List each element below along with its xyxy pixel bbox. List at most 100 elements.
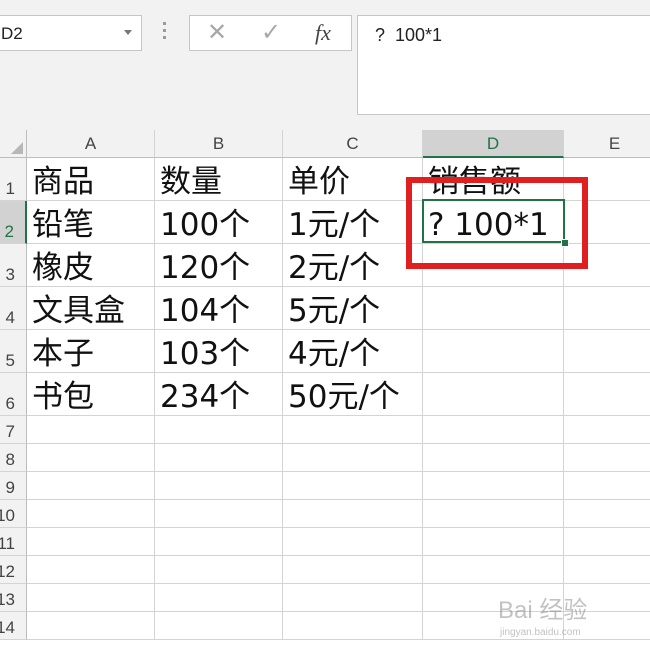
cell-b12[interactable] <box>155 556 283 584</box>
cell-b9[interactable] <box>155 472 283 500</box>
insert-function-button[interactable]: fx <box>308 20 338 46</box>
cell-d3[interactable] <box>423 244 564 287</box>
cell-c1[interactable]: 单价 <box>283 158 423 201</box>
cell-d2[interactable]: ? 100*1 <box>423 201 564 244</box>
cell-a13[interactable] <box>27 584 155 612</box>
cell-c13[interactable] <box>283 584 423 612</box>
cell-d5[interactable] <box>423 330 564 373</box>
cell-e6[interactable] <box>564 373 650 416</box>
cell-b13[interactable] <box>155 584 283 612</box>
cell-c5[interactable]: 4元/个 <box>283 330 423 373</box>
row-header-13[interactable]: 13 <box>0 584 27 612</box>
cell-c2[interactable]: 1元/个 <box>283 201 423 244</box>
drag-handle-icon[interactable] <box>163 22 167 44</box>
cell-b10[interactable] <box>155 500 283 528</box>
cell-value: 104个 <box>160 293 251 329</box>
cell-a2[interactable]: 铅笔 <box>27 201 155 244</box>
cell-c14[interactable] <box>283 612 423 640</box>
fill-handle[interactable] <box>561 239 569 247</box>
row-header-7[interactable]: 7 <box>0 416 27 444</box>
cell-e8[interactable] <box>564 444 650 472</box>
select-all-button[interactable] <box>0 130 27 158</box>
row-header-2[interactable]: 2 <box>0 201 27 244</box>
cell-a6[interactable]: 书包 <box>27 373 155 416</box>
column-header-e[interactable]: E <box>564 130 650 158</box>
cell-d7[interactable] <box>423 416 564 444</box>
cell-d4[interactable] <box>423 287 564 330</box>
cell-a10[interactable] <box>27 500 155 528</box>
cell-c11[interactable] <box>283 528 423 556</box>
column-header-a[interactable]: A <box>27 130 155 158</box>
row-header-9[interactable]: 9 <box>0 472 27 500</box>
row-header-1[interactable]: 1 <box>0 158 27 201</box>
cancel-button[interactable]: ✕ <box>202 20 232 46</box>
cell-a14[interactable] <box>27 612 155 640</box>
cell-e5[interactable] <box>564 330 650 373</box>
cell-c4[interactable]: 5元/个 <box>283 287 423 330</box>
row-header-5[interactable]: 5 <box>0 330 27 373</box>
cell-d13[interactable] <box>423 584 564 612</box>
cell-d10[interactable] <box>423 500 564 528</box>
enter-button[interactable]: ✓ <box>256 20 286 46</box>
cell-c12[interactable] <box>283 556 423 584</box>
cell-e10[interactable] <box>564 500 650 528</box>
column-header-b[interactable]: B <box>155 130 283 158</box>
cell-d6[interactable] <box>423 373 564 416</box>
cell-b1[interactable]: 数量 <box>155 158 283 201</box>
row-header-12[interactable]: 12 <box>0 556 27 584</box>
cell-a5[interactable]: 本子 <box>27 330 155 373</box>
cell-e11[interactable] <box>564 528 650 556</box>
cell-b7[interactable] <box>155 416 283 444</box>
name-box[interactable]: D2 <box>0 15 142 51</box>
row-header-3[interactable]: 3 <box>0 244 27 287</box>
cell-value: 50元/个 <box>288 379 400 415</box>
cell-e2[interactable] <box>564 201 650 244</box>
cell-b2[interactable]: 100个 <box>155 201 283 244</box>
cell-d8[interactable] <box>423 444 564 472</box>
cell-d11[interactable] <box>423 528 564 556</box>
column-header-d[interactable]: D <box>423 130 564 158</box>
cell-a3[interactable]: 橡皮 <box>27 244 155 287</box>
cell-e3[interactable] <box>564 244 650 287</box>
cell-a7[interactable] <box>27 416 155 444</box>
row-header-4[interactable]: 4 <box>0 287 27 330</box>
row-header-14[interactable]: 14 <box>0 612 27 640</box>
cell-b14[interactable] <box>155 612 283 640</box>
row-header-8[interactable]: 8 <box>0 444 27 472</box>
cell-e9[interactable] <box>564 472 650 500</box>
cell-a1[interactable]: 商品 <box>27 158 155 201</box>
cell-d12[interactable] <box>423 556 564 584</box>
cell-e14[interactable] <box>564 612 650 640</box>
chevron-down-icon[interactable] <box>124 30 132 35</box>
column-header-c[interactable]: C <box>283 130 423 158</box>
cell-b8[interactable] <box>155 444 283 472</box>
cell-a12[interactable] <box>27 556 155 584</box>
cell-b6[interactable]: 234个 <box>155 373 283 416</box>
cell-d1[interactable]: 销售额 <box>423 158 564 201</box>
cell-c7[interactable] <box>283 416 423 444</box>
cell-e1[interactable] <box>564 158 650 201</box>
row-header-11[interactable]: 11 <box>0 528 27 556</box>
cell-c10[interactable] <box>283 500 423 528</box>
cell-d14[interactable] <box>423 612 564 640</box>
cell-a8[interactable] <box>27 444 155 472</box>
cell-c6[interactable]: 50元/个 <box>283 373 423 416</box>
cell-c9[interactable] <box>283 472 423 500</box>
cell-a9[interactable] <box>27 472 155 500</box>
cell-b11[interactable] <box>155 528 283 556</box>
row-header-6[interactable]: 6 <box>0 373 27 416</box>
cell-c3[interactable]: 2元/个 <box>283 244 423 287</box>
cell-e7[interactable] <box>564 416 650 444</box>
row-header-10[interactable]: 10 <box>0 500 27 528</box>
cell-e13[interactable] <box>564 584 650 612</box>
cell-a11[interactable] <box>27 528 155 556</box>
cell-b3[interactable]: 120个 <box>155 244 283 287</box>
cell-c8[interactable] <box>283 444 423 472</box>
cell-e12[interactable] <box>564 556 650 584</box>
cell-b5[interactable]: 103个 <box>155 330 283 373</box>
cell-a4[interactable]: 文具盒 <box>27 287 155 330</box>
cell-b4[interactable]: 104个 <box>155 287 283 330</box>
cell-d9[interactable] <box>423 472 564 500</box>
cell-e4[interactable] <box>564 287 650 330</box>
formula-input[interactable]: ? 100*1 <box>357 15 650 115</box>
